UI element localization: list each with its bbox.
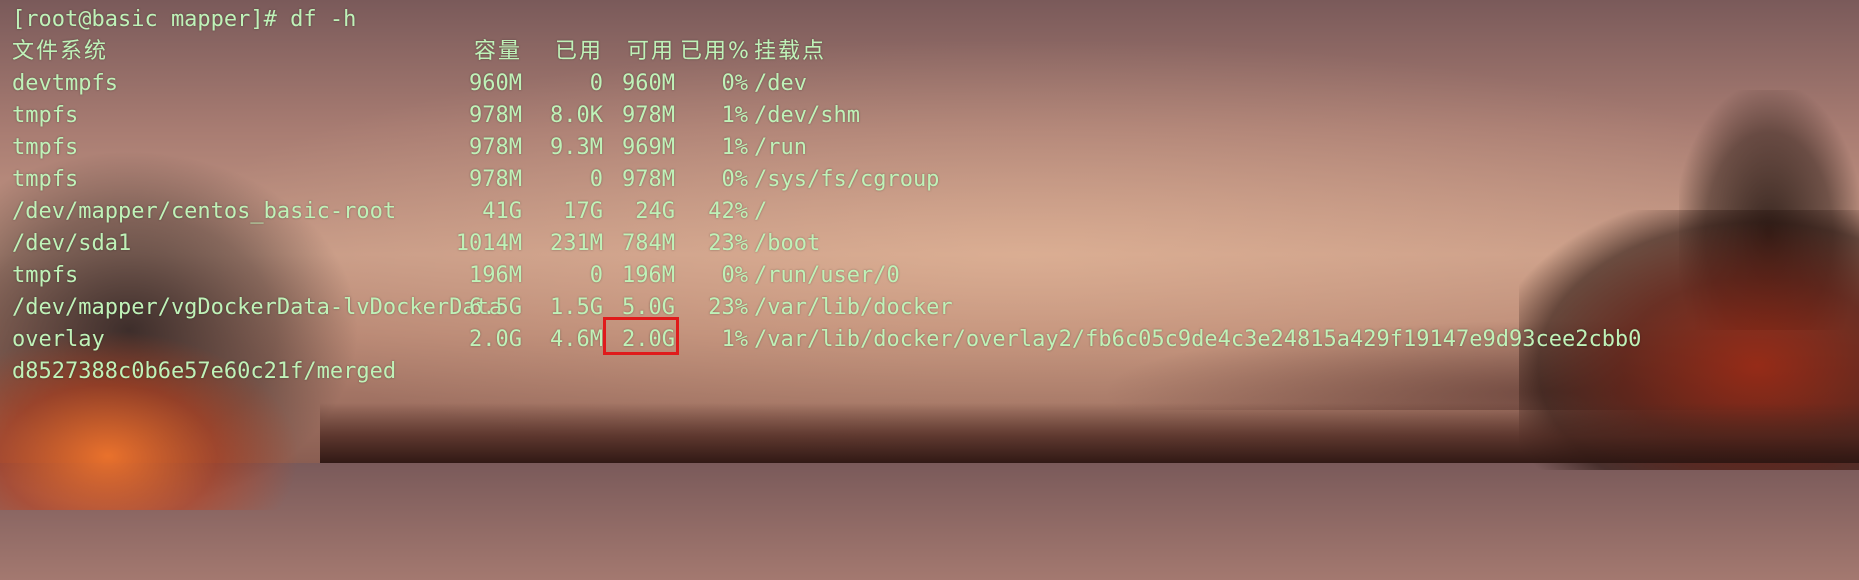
avail-value: 196M [622, 263, 675, 288]
filesystem-name: /dev/mapper/vgDockerData-lvDockerData [12, 295, 503, 320]
filesystem-name: /dev/sda1 [12, 231, 132, 256]
size-value: 978M [469, 135, 522, 160]
used-value: 8.0K [550, 103, 603, 128]
avail-value: 969M [622, 135, 675, 160]
filesystem-name: tmpfs [12, 167, 79, 192]
mount-point: / [754, 199, 768, 224]
df-row: tmpfs 978M 0 978M 0% /sys/fs/cgroup [12, 164, 1859, 196]
size-value: 978M [469, 167, 522, 192]
command-prompt: [root@basic mapper]# df -h [12, 7, 357, 32]
df-row: /dev/sda1 1014M 231M 784M 23% /boot [12, 228, 1859, 260]
wrapped-line: d8527388c0b6e57e60c21f/merged [12, 356, 1859, 388]
use-percent-value: 0% [721, 263, 749, 288]
use-percent-value: 1% [721, 103, 749, 128]
mount-point: /var/lib/docker [754, 295, 953, 320]
df-header-row: 文件系统 容量 已用 可用 已用% 挂载点 [12, 36, 1859, 68]
avail-value: 2.0G [622, 327, 675, 352]
header-avail: 可用 [626, 39, 675, 64]
header-use-percent: 已用% [680, 39, 751, 64]
size-value: 1014M [455, 231, 522, 256]
avail-value: 960M [622, 71, 675, 96]
filesystem-name: /dev/mapper/centos_basic-root [12, 199, 397, 224]
df-row: /dev/mapper/centos_basic-root 41G 17G 24… [12, 196, 1859, 228]
avail-value: 5.0G [622, 295, 675, 320]
terminal-output[interactable]: [root@basic mapper]# df -h 文件系统 容量 已用 可用… [12, 4, 1859, 388]
use-percent-value: 23% [708, 295, 748, 320]
used-value: 231M [550, 231, 603, 256]
filesystem-name: overlay [12, 327, 105, 352]
avail-value: 978M [622, 167, 675, 192]
header-used: 已用 [554, 39, 603, 64]
mount-point: /sys/fs/cgroup [754, 167, 940, 192]
use-percent-value: 1% [721, 135, 749, 160]
df-row: tmpfs 978M 8.0K 978M 1% /dev/shm [12, 100, 1859, 132]
mount-point: /boot [754, 231, 821, 256]
used-value: 17G [563, 199, 603, 224]
mount-point: /dev/shm [754, 103, 860, 128]
use-percent-value: 1% [721, 327, 749, 352]
use-percent-value: 0% [721, 71, 749, 96]
used-value: 0 [589, 263, 603, 288]
mount-point-continuation: d8527388c0b6e57e60c21f/merged [12, 359, 397, 384]
size-value: 2.0G [469, 327, 522, 352]
used-value: 9.3M [550, 135, 603, 160]
df-row: tmpfs 978M 9.3M 969M 1% /run [12, 132, 1859, 164]
size-value: 6.5G [469, 295, 522, 320]
filesystem-name: devtmpfs [12, 71, 118, 96]
used-value: 0 [589, 167, 603, 192]
avail-value: 784M [622, 231, 675, 256]
avail-value: 978M [622, 103, 675, 128]
size-value: 41G [482, 199, 522, 224]
size-value: 960M [469, 71, 522, 96]
mount-point: /dev [754, 71, 807, 96]
size-value: 978M [469, 103, 522, 128]
df-row: /dev/mapper/vgDockerData-lvDockerData 6.… [12, 292, 1859, 324]
df-row: devtmpfs 960M 0 960M 0% /dev [12, 68, 1859, 100]
command-line: [root@basic mapper]# df -h [12, 4, 1859, 36]
mount-point: /run/user/0 [754, 263, 900, 288]
avail-value: 24G [635, 199, 675, 224]
used-value: 0 [589, 71, 603, 96]
df-row: overlay 2.0G 4.6M 2.0G 1% /var/lib/docke… [12, 324, 1859, 356]
mount-point: /var/lib/docker/overlay2/fb6c05c9de4c3e2… [754, 327, 1642, 352]
use-percent-value: 42% [708, 199, 748, 224]
use-percent-value: 23% [708, 231, 748, 256]
use-percent-value: 0% [721, 167, 749, 192]
used-value: 1.5G [550, 295, 603, 320]
filesystem-name: tmpfs [12, 263, 79, 288]
header-size: 容量 [473, 39, 522, 64]
df-row: tmpfs 196M 0 196M 0% /run/user/0 [12, 260, 1859, 292]
used-value: 4.6M [550, 327, 603, 352]
header-mounted-on: 挂载点 [754, 39, 827, 64]
header-filesystem: 文件系统 [12, 39, 109, 64]
filesystem-name: tmpfs [12, 103, 79, 128]
size-value: 196M [469, 263, 522, 288]
mount-point: /run [754, 135, 807, 160]
filesystem-name: tmpfs [12, 135, 79, 160]
